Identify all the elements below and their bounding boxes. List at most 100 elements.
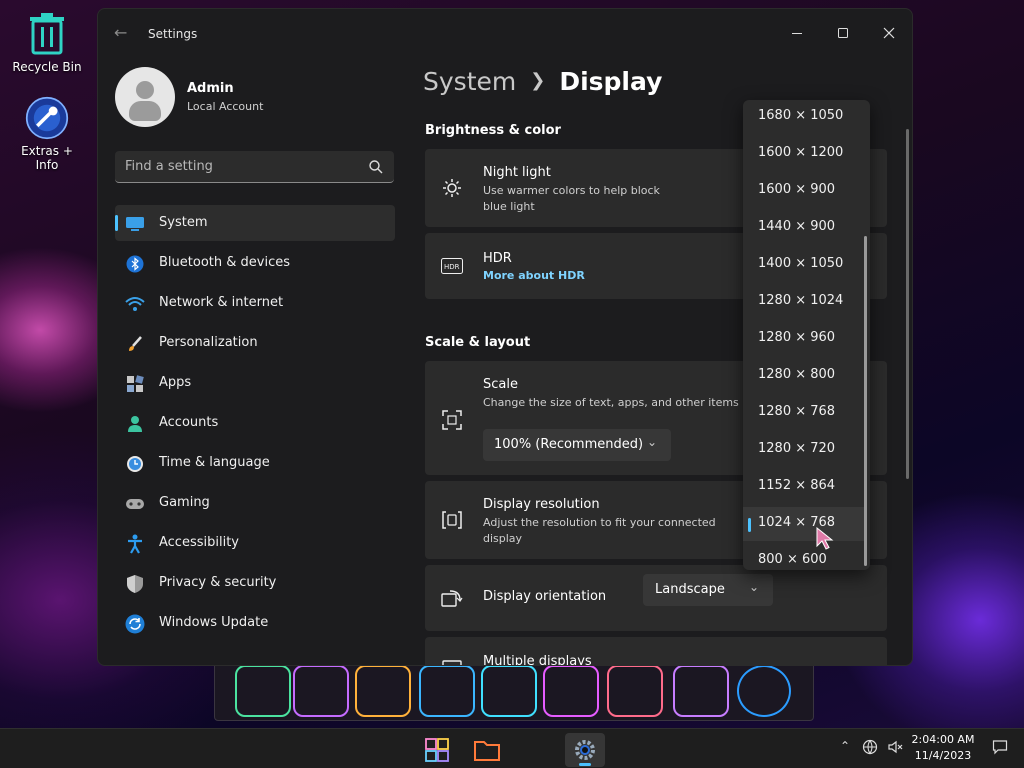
start-icon [425, 738, 449, 762]
launcher-dock [214, 662, 814, 721]
maximize-button[interactable] [820, 17, 866, 49]
sidebar-item-label: Gaming [159, 495, 210, 510]
file-explorer-icon [474, 741, 500, 761]
scale-title: Scale [483, 377, 518, 392]
orientation-dropdown[interactable]: Landscape ⌄ [643, 574, 773, 606]
dock-trash-icon[interactable] [235, 665, 291, 717]
desktop-icon-label: Recycle Bin [12, 60, 82, 74]
resolution-option[interactable]: 1280 × 800 [743, 359, 864, 393]
dock-monitor-icon[interactable] [293, 665, 349, 717]
scale-dropdown[interactable]: 100% (Recommended) ⌄ [483, 429, 671, 461]
dock-camera-icon[interactable] [673, 665, 729, 717]
sidebar-item-network[interactable]: Network & internet [115, 285, 395, 321]
display-orientation-title: Display orientation [483, 589, 607, 604]
sidebar-item-windows-update[interactable]: Windows Update [115, 605, 395, 641]
sidebar-item-gaming[interactable]: Gaming [115, 485, 395, 521]
accounts-icon [125, 414, 145, 434]
resolution-option[interactable]: 1024 × 768 [743, 507, 864, 541]
sidebar-item-accounts[interactable]: Accounts [115, 405, 395, 441]
start-button[interactable] [417, 733, 457, 767]
network-icon [125, 294, 145, 314]
resolution-option-label: 1400 × 1050 [758, 256, 844, 271]
personalization-icon [125, 334, 145, 354]
sidebar-item-label: Personalization [159, 335, 258, 350]
resolution-option[interactable]: 1680 × 1050 [743, 100, 864, 134]
desktop-icon-extras-info[interactable]: Extras + Info [8, 96, 86, 172]
multiple-displays-icon [441, 657, 463, 665]
sidebar-nav: System Bluetooth & devices Network & int… [115, 205, 395, 645]
chevron-down-icon: ⌄ [646, 435, 657, 449]
sidebar-item-bluetooth[interactable]: Bluetooth & devices [115, 245, 395, 281]
back-arrow-icon[interactable]: ← [114, 23, 127, 42]
resolution-option[interactable]: 1600 × 900 [743, 174, 864, 208]
svg-text:HDR: HDR [444, 263, 460, 271]
recycle-bin-icon [25, 12, 69, 56]
resolution-option-label: 1280 × 1024 [758, 293, 844, 308]
gaming-icon [125, 494, 145, 514]
sidebar-item-apps[interactable]: Apps [115, 365, 395, 401]
taskbar: ⌃ 2:04:00 AM 11/4/2023 [0, 728, 1024, 768]
time-language-icon [125, 454, 145, 474]
window-title: Settings [148, 27, 198, 41]
scale-icon [441, 409, 463, 431]
dock-settings-icon[interactable] [355, 665, 411, 717]
mouse-cursor-icon [816, 527, 834, 550]
dock-music-icon[interactable] [737, 665, 791, 717]
sidebar-item-label: Privacy & security [159, 575, 277, 590]
resolution-option[interactable]: 1280 × 768 [743, 396, 864, 430]
sidebar-item-label: Network & internet [159, 295, 284, 310]
dock-download-icon[interactable] [419, 665, 475, 717]
sidebar-item-label: Bluetooth & devices [159, 255, 290, 270]
accessibility-icon [125, 534, 145, 554]
resolution-option[interactable]: 1440 × 900 [743, 211, 864, 245]
privacy-shield-icon [125, 574, 145, 594]
notifications-icon[interactable] [992, 739, 1008, 758]
night-light-description: Use warmer colors to help block blue lig… [483, 184, 660, 213]
display-resolution-icon [441, 509, 463, 531]
avatar [115, 67, 175, 127]
close-button[interactable] [866, 17, 912, 49]
resolution-option-label: 1280 × 960 [758, 330, 836, 345]
sidebar-item-privacy[interactable]: Privacy & security [115, 565, 395, 601]
resolution-option-label: 1600 × 900 [758, 182, 836, 197]
hdr-title: HDR [483, 251, 512, 266]
resolution-option-label: 1600 × 1200 [758, 145, 844, 160]
night-light-icon [441, 177, 463, 199]
more-about-hdr-link[interactable]: More about HDR [483, 269, 585, 282]
dock-video-icon[interactable] [607, 665, 663, 717]
chevron-down-icon: ⌄ [748, 580, 759, 594]
resolution-option[interactable]: 1280 × 960 [743, 322, 864, 356]
resolution-option[interactable]: 1280 × 720 [743, 433, 864, 467]
search-input[interactable]: Find a setting [115, 151, 394, 183]
page-title: Display [559, 67, 663, 96]
network-globe-icon[interactable] [862, 739, 878, 758]
sidebar-item-accessibility[interactable]: Accessibility [115, 525, 395, 561]
resolution-option[interactable]: 1600 × 1200 [743, 137, 864, 171]
sidebar-item-personalization[interactable]: Personalization [115, 325, 395, 361]
content-scrollbar[interactable] [906, 129, 909, 479]
minimize-button[interactable] [774, 17, 820, 49]
resolution-option[interactable]: 800 × 600 [743, 544, 864, 570]
resolution-option[interactable]: 1280 × 1024 [743, 285, 864, 319]
resolution-option-label: 1280 × 800 [758, 367, 836, 382]
settings-taskbar-button[interactable] [565, 733, 605, 767]
search-icon[interactable] [368, 159, 384, 175]
apps-icon [125, 374, 145, 394]
system-clock[interactable]: 2:04:00 AM 11/4/2023 [908, 732, 978, 764]
desktop-icon-recycle-bin[interactable]: Recycle Bin [8, 12, 86, 74]
profile-name: Admin [187, 81, 234, 96]
resolution-option[interactable]: 1152 × 864 [743, 470, 864, 504]
volume-muted-icon[interactable] [887, 739, 903, 758]
resolution-option[interactable]: 1400 × 1050 [743, 248, 864, 282]
resolution-list-scrollbar[interactable] [864, 236, 867, 566]
file-explorer-button[interactable] [467, 733, 507, 767]
chevron-up-icon[interactable]: ⌃ [840, 739, 850, 753]
dock-info-icon[interactable] [481, 665, 537, 717]
multiple-displays-card[interactable]: Multiple displays [425, 637, 887, 665]
sidebar-item-system[interactable]: System [115, 205, 395, 241]
breadcrumb-parent[interactable]: System [423, 67, 516, 96]
sidebar-item-time-language[interactable]: Time & language [115, 445, 395, 481]
orientation-dropdown-value: Landscape [655, 582, 725, 597]
dock-list-icon[interactable] [543, 665, 599, 717]
clock-time: 2:04:00 AM [911, 733, 975, 746]
